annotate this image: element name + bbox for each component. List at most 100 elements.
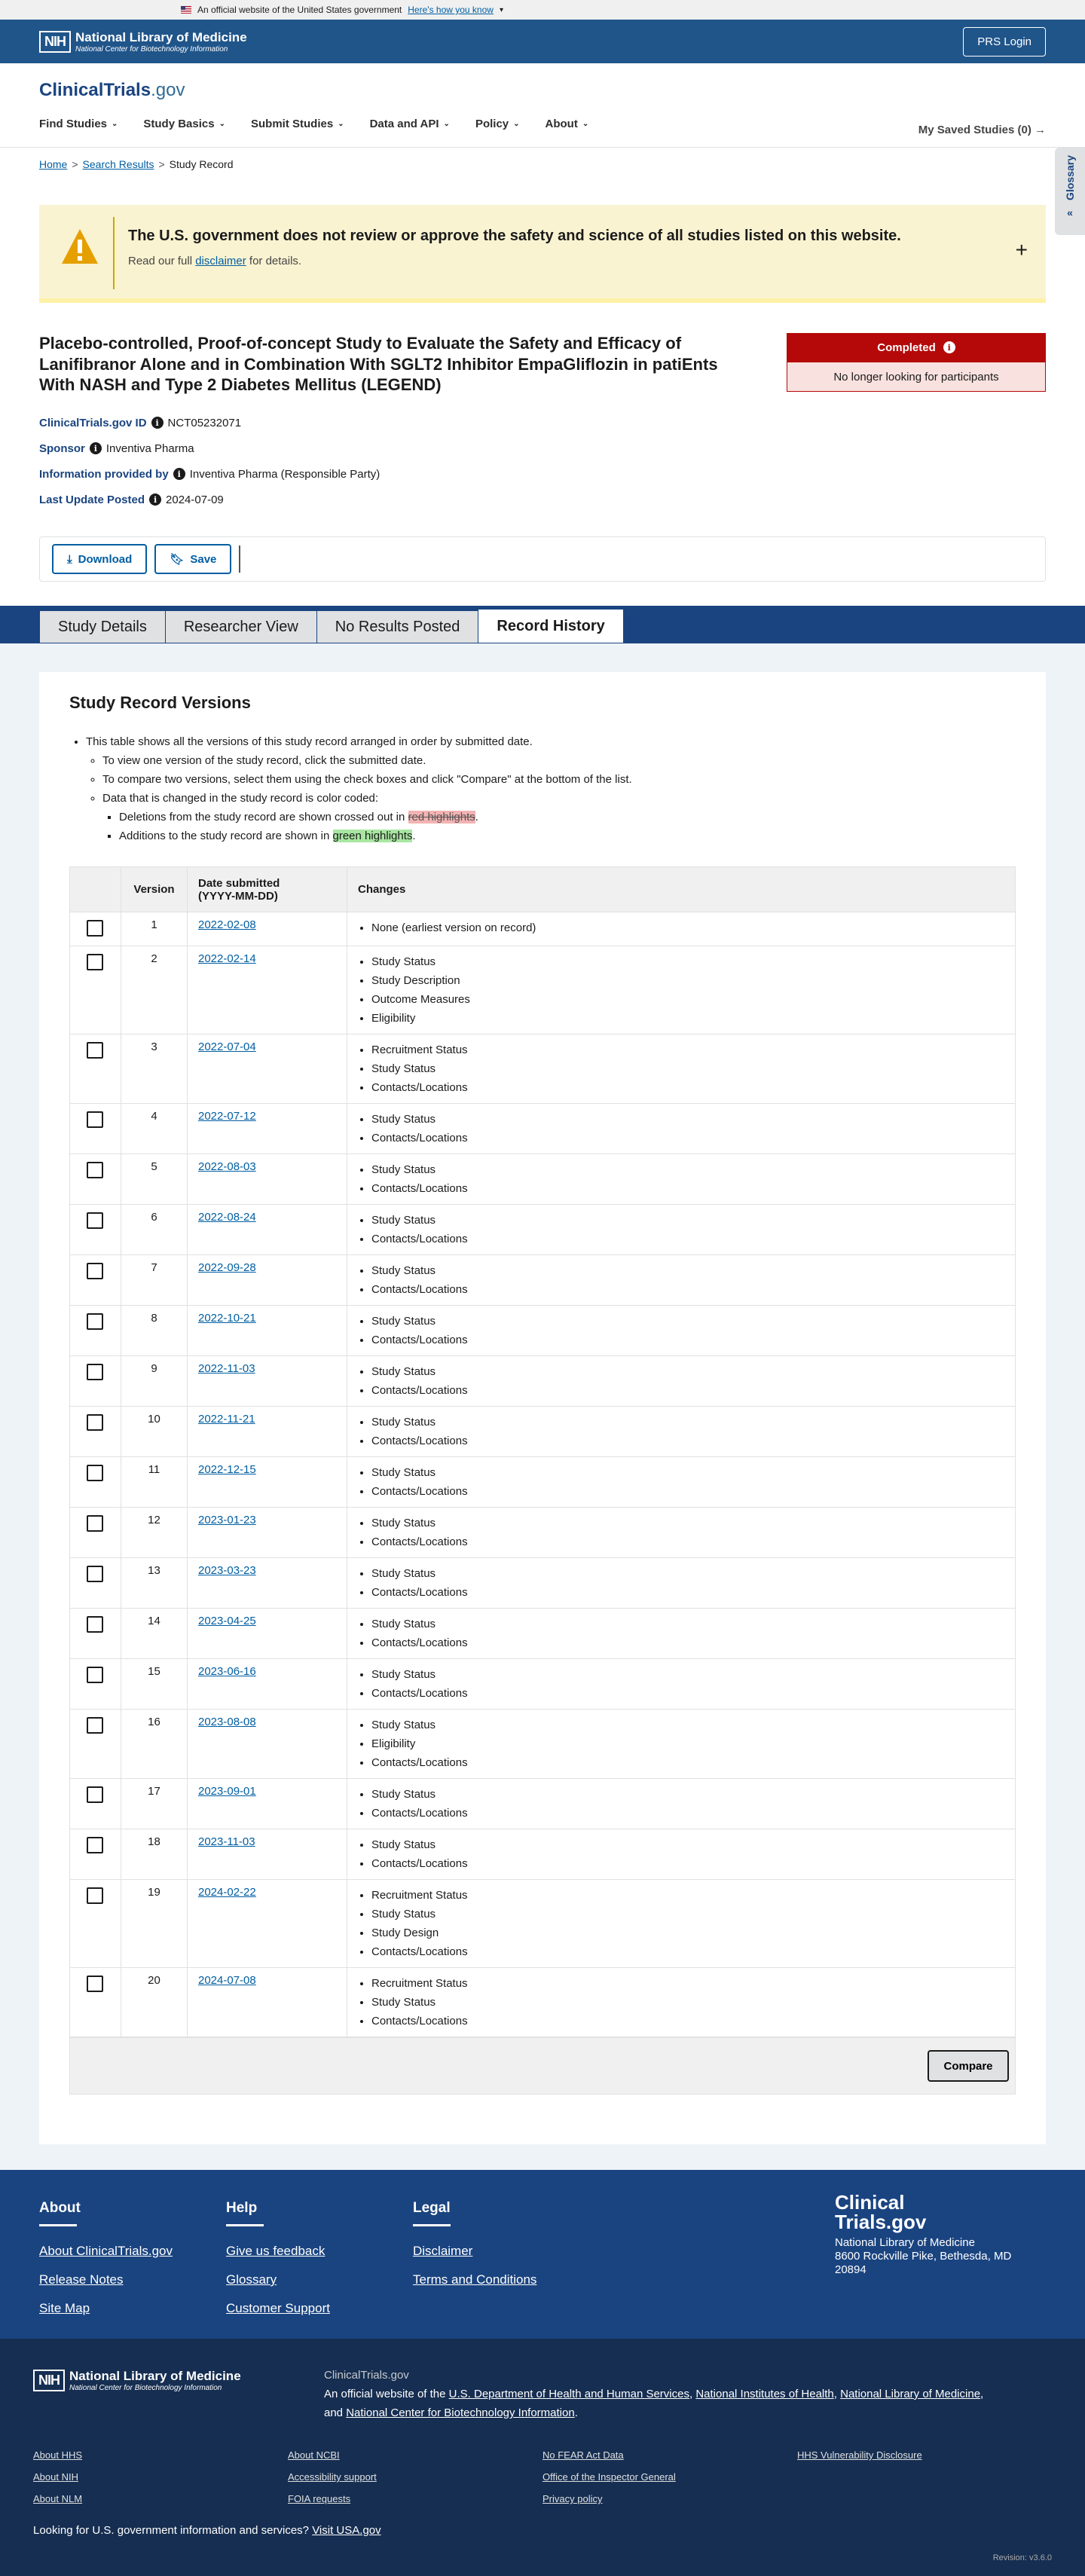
footer-link[interactable]: Office of the Inspector General bbox=[542, 2466, 797, 2488]
version-checkbox[interactable] bbox=[87, 1042, 103, 1059]
nav-data-api[interactable]: Data and API ⌄ bbox=[370, 118, 450, 130]
compare-button[interactable]: Compare bbox=[928, 2050, 1009, 2082]
footer-link[interactable]: About NCBI bbox=[288, 2444, 542, 2466]
version-date-link[interactable]: 2022-08-03 bbox=[198, 1160, 256, 1173]
footer-link[interactable]: Disclaimer bbox=[413, 2237, 536, 2266]
version-checkbox[interactable] bbox=[87, 1717, 103, 1734]
footer-link[interactable]: Accessibility support bbox=[288, 2466, 542, 2488]
version-checkbox[interactable] bbox=[87, 1313, 103, 1330]
version-date-link[interactable]: 2023-04-25 bbox=[198, 1615, 256, 1627]
version-date-link[interactable]: 2022-11-21 bbox=[198, 1413, 255, 1426]
usa-gov-link[interactable]: Visit USA.gov bbox=[312, 2524, 381, 2537]
disclaimer-link[interactable]: disclaimer bbox=[195, 255, 246, 267]
info-icon[interactable]: i bbox=[149, 494, 162, 506]
version-checkbox[interactable] bbox=[87, 1162, 103, 1178]
tab-researcher-view[interactable]: Researcher View bbox=[164, 610, 317, 643]
version-checkbox[interactable] bbox=[87, 1616, 103, 1633]
info-icon[interactable]: i bbox=[173, 468, 185, 480]
my-saved-studies-link[interactable]: My Saved Studies (0) → bbox=[918, 124, 1046, 136]
info-icon[interactable]: i bbox=[943, 341, 955, 353]
version-checkbox[interactable] bbox=[87, 1263, 103, 1279]
prs-login-button[interactable]: PRS Login bbox=[963, 26, 1046, 57]
breadcrumb-home[interactable]: Home bbox=[39, 158, 67, 170]
footer-link[interactable]: About ClinicalTrials.gov bbox=[39, 2237, 173, 2266]
version-date-link[interactable]: 2022-11-03 bbox=[198, 1362, 255, 1375]
version-date-link[interactable]: 2022-02-08 bbox=[198, 918, 256, 931]
nlm-footer-logo[interactable]: NIH National Library of Medicine National… bbox=[33, 2369, 241, 2392]
version-checkbox[interactable] bbox=[87, 954, 103, 970]
footer-link[interactable]: Site Map bbox=[39, 2294, 173, 2323]
clinicaltrials-logo[interactable]: ClinicalTrials.gov bbox=[39, 80, 1046, 101]
footer-link[interactable]: FOIA requests bbox=[288, 2488, 542, 2510]
version-date-link[interactable]: 2022-10-21 bbox=[198, 1312, 256, 1325]
footer-link[interactable]: HHS Vulnerability Disclosure bbox=[797, 2444, 1052, 2466]
nav-policy[interactable]: Policy ⌄ bbox=[475, 118, 520, 130]
version-date-link[interactable]: 2023-03-23 bbox=[198, 1564, 256, 1577]
footer-link[interactable]: No FEAR Act Data bbox=[542, 2444, 797, 2466]
save-button[interactable]: 🔖︎ Save bbox=[154, 544, 232, 574]
version-checkbox[interactable] bbox=[87, 920, 103, 937]
version-date-link[interactable]: 2022-07-12 bbox=[198, 1110, 256, 1123]
version-number: 4 bbox=[121, 1103, 188, 1154]
nav-about[interactable]: About ⌄ bbox=[546, 118, 589, 130]
footer-link[interactable]: About NLM bbox=[33, 2488, 288, 2510]
footer-link[interactable]: Privacy policy bbox=[542, 2488, 797, 2510]
footer-link[interactable]: About NIH bbox=[33, 2466, 288, 2488]
version-checkbox[interactable] bbox=[87, 1837, 103, 1853]
nav-find-studies[interactable]: Find Studies ⌄ bbox=[39, 118, 118, 130]
version-date-link[interactable]: 2022-09-28 bbox=[198, 1261, 256, 1274]
version-date-link[interactable]: 2024-07-08 bbox=[198, 1974, 256, 1987]
version-checkbox[interactable] bbox=[87, 1887, 103, 1904]
footer-logo[interactable]: Clinical Trials.gov bbox=[835, 2193, 1011, 2232]
how-you-know-link[interactable]: Here's how you know bbox=[408, 5, 494, 15]
info-icon[interactable]: i bbox=[151, 417, 164, 429]
version-checkbox[interactable] bbox=[87, 1111, 103, 1128]
changes-cell: Study StatusContacts/Locations bbox=[347, 1608, 1016, 1659]
version-date-link[interactable]: 2024-02-22 bbox=[198, 1886, 256, 1899]
version-checkbox[interactable] bbox=[87, 1667, 103, 1683]
nih-link[interactable]: National Institutes of Health bbox=[695, 2388, 833, 2400]
version-date-link[interactable]: 2022-02-14 bbox=[198, 952, 256, 965]
version-checkbox[interactable] bbox=[87, 1566, 103, 1582]
version-checkbox[interactable] bbox=[87, 1212, 103, 1229]
breadcrumb-search-results[interactable]: Search Results bbox=[83, 158, 154, 170]
footer-link[interactable]: Terms and Conditions bbox=[413, 2266, 536, 2294]
hhs-link[interactable]: U.S. Department of Health and Human Serv… bbox=[449, 2388, 689, 2400]
footer-link[interactable]: Customer Support bbox=[226, 2294, 330, 2323]
date-cell: 2022-09-28 bbox=[187, 1254, 347, 1306]
version-date-link[interactable]: 2022-12-15 bbox=[198, 1463, 256, 1476]
tab-record-history[interactable]: Record History bbox=[478, 609, 624, 643]
version-date-link[interactable]: 2022-07-04 bbox=[198, 1040, 256, 1053]
glossary-toggle[interactable]: Glossary « bbox=[1055, 148, 1085, 235]
info-icon[interactable]: i bbox=[89, 442, 102, 454]
version-date-link[interactable]: 2023-08-08 bbox=[198, 1716, 256, 1728]
version-checkbox[interactable] bbox=[87, 1414, 103, 1431]
change-item: Contacts/Locations bbox=[371, 1482, 1004, 1501]
expand-plus-icon[interactable]: + bbox=[1016, 238, 1028, 262]
ncbi-link[interactable]: National Center for Biotechnology Inform… bbox=[346, 2406, 575, 2419]
version-checkbox[interactable] bbox=[87, 1786, 103, 1803]
version-checkbox[interactable] bbox=[87, 1515, 103, 1532]
version-date-link[interactable]: 2022-08-24 bbox=[198, 1211, 256, 1224]
nlm-logo[interactable]: NIH National Library of Medicine National… bbox=[39, 30, 247, 53]
version-checkbox[interactable] bbox=[87, 1976, 103, 1992]
version-date-link[interactable]: 2023-01-23 bbox=[198, 1514, 256, 1526]
nav-study-basics[interactable]: Study Basics ⌄ bbox=[143, 118, 225, 130]
version-checkbox[interactable] bbox=[87, 1465, 103, 1481]
version-date-link[interactable]: 2023-06-16 bbox=[198, 1665, 256, 1678]
footer-link[interactable]: Give us feedback bbox=[226, 2237, 330, 2266]
download-button[interactable]: ⤓ Download bbox=[52, 544, 148, 574]
tab-study-details[interactable]: Study Details bbox=[39, 610, 166, 643]
nav-submit-studies[interactable]: Submit Studies ⌄ bbox=[251, 118, 344, 130]
nlm-link[interactable]: National Library of Medicine bbox=[840, 2388, 980, 2400]
tab-no-results-posted[interactable]: No Results Posted bbox=[316, 610, 479, 643]
footer-link[interactable]: Release Notes bbox=[39, 2266, 173, 2294]
version-date-link[interactable]: 2023-09-01 bbox=[198, 1785, 256, 1798]
footer-link[interactable]: Glossary bbox=[226, 2266, 330, 2294]
footer-link[interactable]: About HHS bbox=[33, 2444, 288, 2466]
table-row: 19 2024-02-22 Recruitment StatusStudy Stat… bbox=[69, 1879, 1016, 1968]
version-checkbox[interactable] bbox=[87, 1364, 103, 1380]
footer-heading: About bbox=[39, 2200, 81, 2216]
version-date-link[interactable]: 2023-11-03 bbox=[198, 1835, 255, 1848]
instruction: To compare two versions, select them usi… bbox=[102, 770, 632, 789]
